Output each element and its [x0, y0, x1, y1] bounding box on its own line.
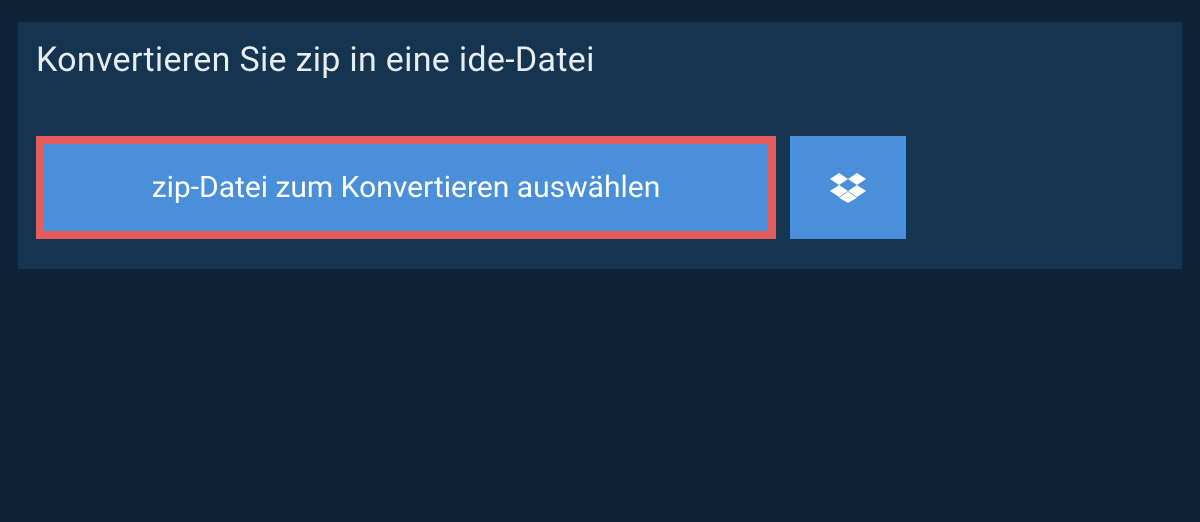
- page-title: Konvertieren Sie zip in eine ide-Datei: [36, 40, 595, 80]
- converter-panel: Konvertieren Sie zip in eine ide-Datei z…: [18, 22, 1182, 269]
- select-file-label: zip-Datei zum Konvertieren auswählen: [152, 170, 661, 205]
- dropbox-icon: [830, 170, 866, 206]
- title-container: Konvertieren Sie zip in eine ide-Datei: [18, 22, 629, 98]
- action-row: zip-Datei zum Konvertieren auswählen: [18, 98, 1182, 239]
- dropbox-button[interactable]: [790, 136, 906, 239]
- select-file-button[interactable]: zip-Datei zum Konvertieren auswählen: [36, 136, 776, 239]
